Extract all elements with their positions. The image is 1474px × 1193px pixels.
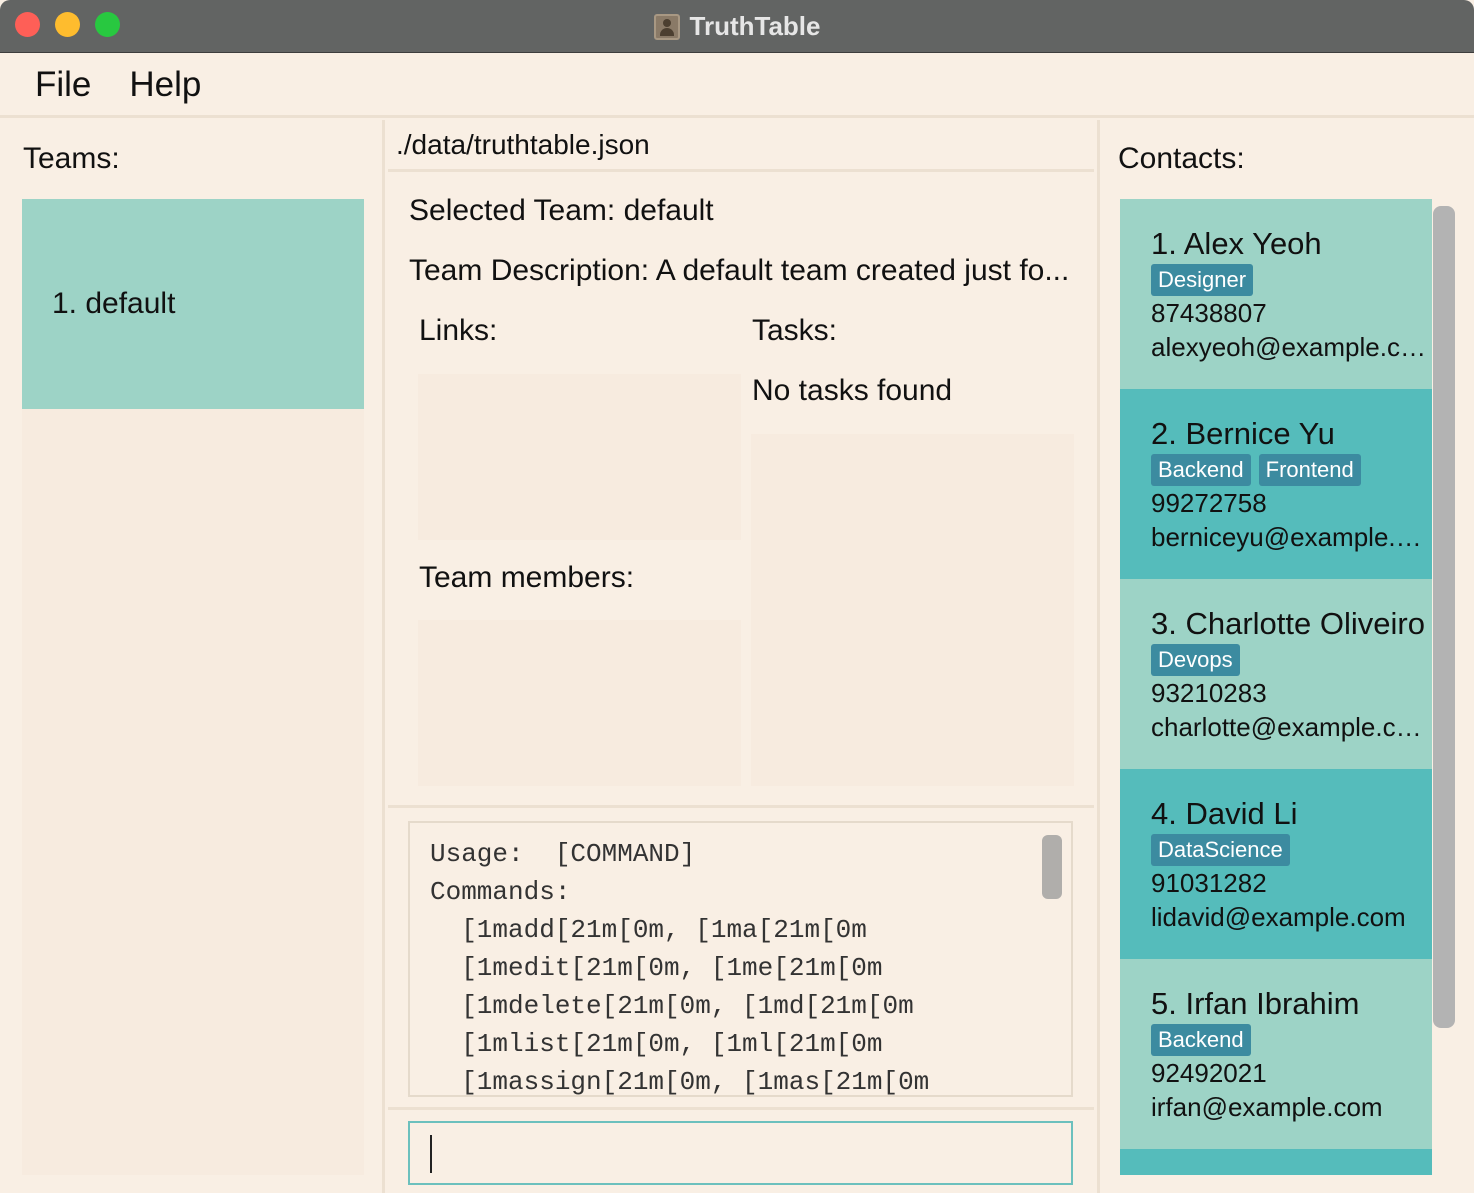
result-display[interactable]: Usage: [COMMAND] Commands: [1madd[21m[0m… <box>408 821 1073 1097</box>
team-info-panel: Selected Team: default Team Description:… <box>388 174 1094 808</box>
team-members-list[interactable] <box>418 620 741 786</box>
contact-email: irfan@example.com <box>1151 1092 1383 1122</box>
tasks-list[interactable] <box>751 434 1074 786</box>
command-input[interactable] <box>408 1121 1073 1185</box>
contact-card[interactable]: 4. David Li DataScience 91031282 lidavid… <box>1120 769 1432 959</box>
contact-card[interactable]: 2. Bernice Yu Backend Frontend 99272758 … <box>1120 389 1432 579</box>
result-display-text: Usage: [COMMAND] Commands: [1madd[21m[0m… <box>430 839 930 1097</box>
team-card-default[interactable]: 1. default <box>22 199 364 409</box>
contact-email: charlotte@example.com <box>1151 712 1426 742</box>
app-icon <box>653 13 680 40</box>
teams-heading: Teams: <box>23 142 120 175</box>
menu-help[interactable]: Help <box>129 65 201 105</box>
file-path-bar: ./data/truthtable.json <box>388 120 1094 172</box>
contact-tag: Designer <box>1151 264 1254 296</box>
contact-card[interactable]: 5. Irfan Ibrahim Backend 92492021 irfan@… <box>1120 959 1432 1149</box>
links-heading: Links: <box>419 314 498 347</box>
contact-phone: 99272758 <box>1151 488 1267 518</box>
contacts-list[interactable]: 1. Alex Yeoh Designer 87438807 alexyeoh@… <box>1120 199 1432 1175</box>
contact-card[interactable]: 1. Alex Yeoh Designer 87438807 alexyeoh@… <box>1120 199 1432 389</box>
selected-team-label: Selected Team: default <box>409 194 714 227</box>
team-members-heading: Team members: <box>419 561 635 594</box>
command-separator <box>388 1107 1094 1110</box>
teams-list[interactable]: 1. default <box>22 199 364 1175</box>
contact-name: 4. David Li <box>1151 796 1298 831</box>
contact-card[interactable]: 3. Charlotte Oliveiro Devops 93210283 ch… <box>1120 579 1432 769</box>
contact-email: lidavid@example.com <box>1151 902 1406 932</box>
contact-phone: 91031282 <box>1151 868 1267 898</box>
menu-file[interactable]: File <box>35 65 91 105</box>
contact-name: 1. Alex Yeoh <box>1151 226 1322 261</box>
contact-name: 2. Bernice Yu <box>1151 416 1335 451</box>
teams-panel: Teams: 1. default <box>0 120 385 1193</box>
contact-phone: 87438807 <box>1151 298 1267 328</box>
title-bar: TruthTable <box>0 0 1474 53</box>
contact-tag: Backend <box>1151 1024 1251 1056</box>
contacts-panel: Contacts: 1. Alex Yeoh Designer 87438807… <box>1097 120 1474 1193</box>
contact-tag: Frontend <box>1258 454 1361 486</box>
contact-phone: 93210283 <box>1151 678 1267 708</box>
contact-email: alexyeoh@example.com <box>1151 332 1426 362</box>
contact-name: 3. Charlotte Oliveiro <box>1151 606 1425 641</box>
contact-tag: Devops <box>1151 644 1240 676</box>
contact-tag: Backend <box>1151 454 1251 486</box>
contact-phone: 92492021 <box>1151 1058 1267 1088</box>
team-description-label: Team Description: A default team created… <box>409 254 1070 287</box>
contacts-heading: Contacts: <box>1118 142 1245 175</box>
result-display-scrollbar[interactable] <box>1042 835 1062 899</box>
contact-email: berniceyu@example.c... <box>1151 522 1426 552</box>
menu-bar: File Help <box>0 54 1474 118</box>
tasks-empty-label: No tasks found <box>752 374 953 407</box>
text-cursor <box>430 1135 432 1173</box>
team-card-label: 1. default <box>52 287 176 320</box>
links-list[interactable] <box>418 374 741 540</box>
contact-tag: DataScience <box>1151 834 1290 866</box>
tasks-heading: Tasks: <box>752 314 838 347</box>
main-panel: ./data/truthtable.json Selected Team: de… <box>388 120 1094 1193</box>
contacts-scrollbar[interactable] <box>1433 206 1455 1028</box>
contact-name: 5. Irfan Ibrahim <box>1151 986 1360 1021</box>
window-title: TruthTable <box>689 11 821 41</box>
